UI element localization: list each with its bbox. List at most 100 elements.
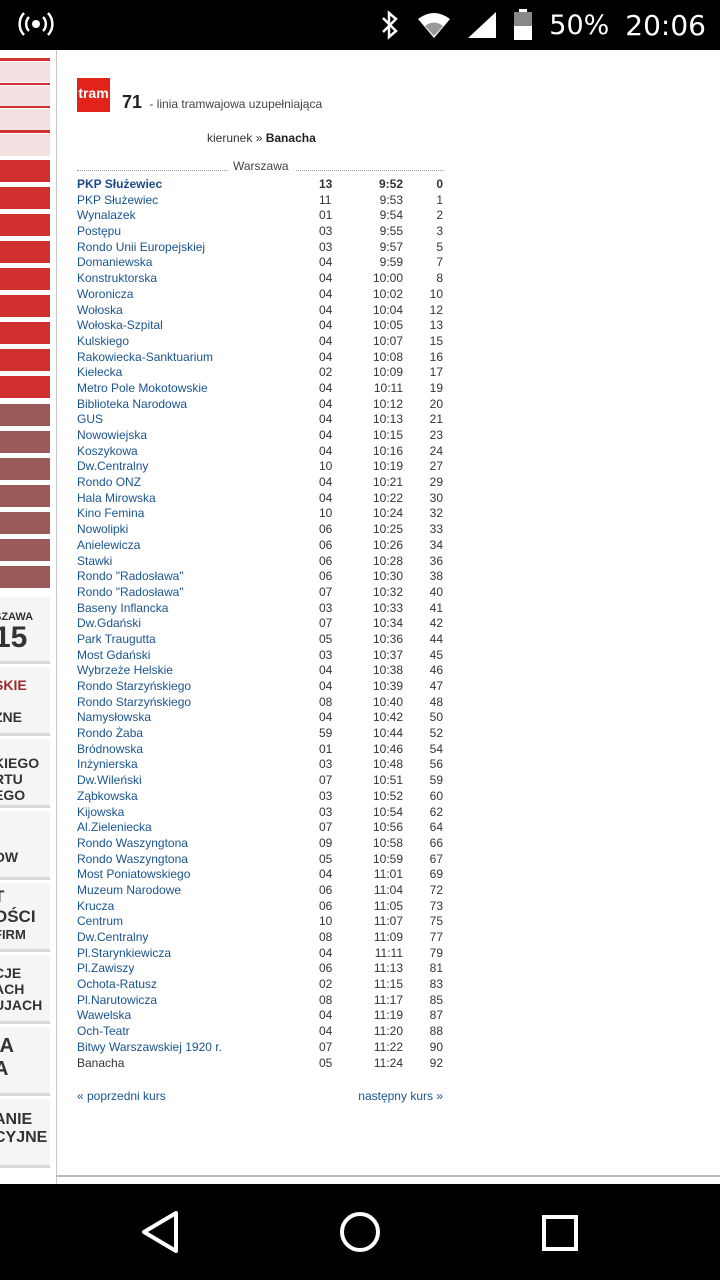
sidebar-ad-tile[interactable]: IA A: [0, 1027, 50, 1096]
stop-name-link[interactable]: Kino Femina: [77, 506, 144, 522]
stop-row: Kino Femina 10 10:24 32: [77, 506, 443, 522]
stop-name-link[interactable]: Metro Pole Mokotowskie: [77, 381, 208, 397]
sidebar-menu-item[interactable]: [0, 458, 50, 480]
stop-name-link[interactable]: Inżynierska: [77, 757, 138, 773]
stop-name-link[interactable]: Dw.Centralny: [77, 459, 148, 475]
stop-name-link[interactable]: Most Gdański: [77, 648, 150, 664]
stop-row: Bródnowska 01 10:46 54: [77, 742, 443, 758]
stop-name-link[interactable]: Bitwy Warszawskiej 1920 r.: [77, 1040, 222, 1056]
stop-name-link[interactable]: Rondo Starzyńskiego: [77, 695, 191, 711]
sidebar-ad-tile[interactable]: SZAWA 15: [0, 597, 50, 664]
sidebar-menu-item[interactable]: [0, 431, 50, 453]
stop-name-link[interactable]: Rondo Żaba: [77, 726, 143, 742]
sidebar-menu-item[interactable]: [0, 485, 50, 507]
stop-name-link[interactable]: Dw.Centralny: [77, 930, 148, 946]
stop-row: Krucza 06 11:05 73: [77, 899, 443, 915]
stop-name-link[interactable]: Bródnowska: [77, 742, 143, 758]
stop-name-link[interactable]: Pl.Narutowicza: [77, 993, 157, 1009]
stops-list: PKP Służewiec 13 9:52 0 PKP Służewiec 11 9:53 1…: [77, 177, 443, 1071]
stop-name-link[interactable]: Muzeum Narodowe: [77, 883, 181, 899]
stop-name-link[interactable]: Rondo Waszyngtona: [77, 836, 188, 852]
stop-name-link[interactable]: Hala Mirowska: [77, 491, 156, 507]
stop-name-link[interactable]: Rondo Unii Europejskiej: [77, 240, 205, 256]
previous-course-link[interactable]: « poprzedni kurs: [77, 1089, 166, 1103]
sidebar-menu-item[interactable]: [0, 376, 50, 398]
stop-name-link[interactable]: Rondo "Radosława": [77, 569, 184, 585]
stop-name-link[interactable]: Wynalazek: [77, 208, 136, 224]
stop-row: Konstruktorska 04 10:00 8: [77, 271, 443, 287]
sidebar-menu-item[interactable]: [0, 295, 50, 317]
sidebar-ad-tile[interactable]: ANIE CYJNE: [0, 1099, 50, 1168]
stop-name-link[interactable]: Postępu: [77, 224, 121, 240]
stop-row: Park Traugutta 05 10:36 44: [77, 632, 443, 648]
stop-minutes: 24: [429, 443, 443, 458]
stop-name-link[interactable]: Biblioteka Narodowa: [77, 397, 187, 413]
stop-name-link[interactable]: Dw.Gdański: [77, 616, 141, 632]
stop-name-link[interactable]: Baseny Inflancka: [77, 601, 168, 617]
stop-name-link[interactable]: Konstruktorska: [77, 271, 157, 287]
stop-row: Most Poniatowskiego 04 11:01 69: [77, 867, 443, 883]
stop-name-link[interactable]: Dw.Wileński: [77, 773, 142, 789]
stop-name-link[interactable]: Kielecka: [77, 365, 122, 381]
sidebar-menu-item[interactable]: [0, 322, 50, 344]
sidebar-ad-tile[interactable]: OW: [0, 811, 50, 880]
stop-name-link[interactable]: Most Poniatowskiego: [77, 867, 190, 883]
sidebar-menu-item[interactable]: [0, 566, 50, 588]
stop-name-link[interactable]: Krucza: [77, 899, 114, 915]
stop-name-link[interactable]: Och-Teatr: [77, 1024, 130, 1040]
stop-name-link[interactable]: Nowowiejska: [77, 428, 147, 444]
sidebar-menu-item[interactable]: [0, 539, 50, 561]
sidebar-menu-item[interactable]: [0, 241, 50, 263]
stop-name-link[interactable]: Wawelska: [77, 1008, 131, 1024]
stop-name-link[interactable]: Rondo Starzyńskiego: [77, 679, 191, 695]
stop-minutes: 88: [429, 1024, 443, 1039]
sidebar-ad-tile[interactable]: KIEGO RTU EGO: [0, 739, 50, 808]
sidebar-menu-item[interactable]: [0, 160, 50, 182]
sidebar-menu-item[interactable]: [0, 187, 50, 209]
sidebar-ad-tile[interactable]: SKIE ZNE: [0, 667, 50, 736]
stop-zone: 06: [319, 882, 333, 897]
stop-time: 10:37: [372, 647, 403, 662]
sidebar-ad-tile[interactable]: CJE ACH UJACH: [0, 955, 50, 1024]
stop-row: Rondo Starzyńskiego 04 10:39 47: [77, 679, 443, 695]
stop-name-link[interactable]: Kijowska: [77, 805, 124, 821]
stop-name-link[interactable]: Park Traugutta: [77, 632, 156, 648]
back-icon[interactable]: [140, 1210, 180, 1254]
stop-name-link[interactable]: Domaniewska: [77, 255, 152, 271]
stop-name-link[interactable]: Wybrzeże Helskie: [77, 663, 173, 679]
stop-name-link[interactable]: Centrum: [77, 914, 123, 930]
stop-name-link[interactable]: Nowolipki: [77, 522, 128, 538]
stop-name-link[interactable]: Rondo Waszyngtona: [77, 852, 188, 868]
stop-row: Pl.Starynkiewicza 04 11:11 79: [77, 946, 443, 962]
stop-name-link[interactable]: Pl.Zawiszy: [77, 961, 134, 977]
stop-name-link[interactable]: Wołoska-Szpital: [77, 318, 163, 334]
stop-name-link[interactable]: Wołoska: [77, 303, 123, 319]
stop-name-link[interactable]: PKP Służewiec: [77, 177, 162, 193]
stop-name-link[interactable]: Rakowiecka-Sanktuarium: [77, 350, 213, 366]
stop-zone: 04: [319, 396, 333, 411]
stop-name-link[interactable]: Pl.Starynkiewicza: [77, 946, 171, 962]
stop-name-link[interactable]: Woronicza: [77, 287, 133, 303]
stop-minutes: 5: [436, 239, 443, 254]
stop-name-link[interactable]: PKP Służewiec: [77, 193, 158, 209]
stop-name-link[interactable]: Rondo "Radosława": [77, 585, 184, 601]
stop-name-link[interactable]: Ząbkowska: [77, 789, 138, 805]
stop-name-link[interactable]: Koszykowa: [77, 444, 138, 460]
home-icon[interactable]: [338, 1210, 382, 1254]
sidebar-ad-tile[interactable]: T OŚCI FIRM: [0, 883, 50, 952]
sidebar-menu-item[interactable]: [0, 268, 50, 290]
stop-name-link[interactable]: GUS: [77, 412, 103, 428]
stop-name-link[interactable]: Namysłowska: [77, 710, 151, 726]
sidebar-menu-item[interactable]: [0, 214, 50, 236]
stop-name-link[interactable]: Ochota-Ratusz: [77, 977, 157, 993]
stop-name-link[interactable]: Kulskiego: [77, 334, 129, 350]
next-course-link[interactable]: następny kurs »: [358, 1089, 443, 1103]
recents-icon[interactable]: [541, 1214, 579, 1252]
stop-name-link[interactable]: Anielewicza: [77, 538, 140, 554]
sidebar-menu-item[interactable]: [0, 349, 50, 371]
stop-name-link[interactable]: Al.Zieleniecka: [77, 820, 152, 836]
stop-name-link[interactable]: Rondo ONZ: [77, 475, 141, 491]
stop-name-link[interactable]: Stawki: [77, 554, 112, 570]
sidebar-menu-item[interactable]: [0, 512, 50, 534]
sidebar-menu-item[interactable]: [0, 404, 50, 426]
